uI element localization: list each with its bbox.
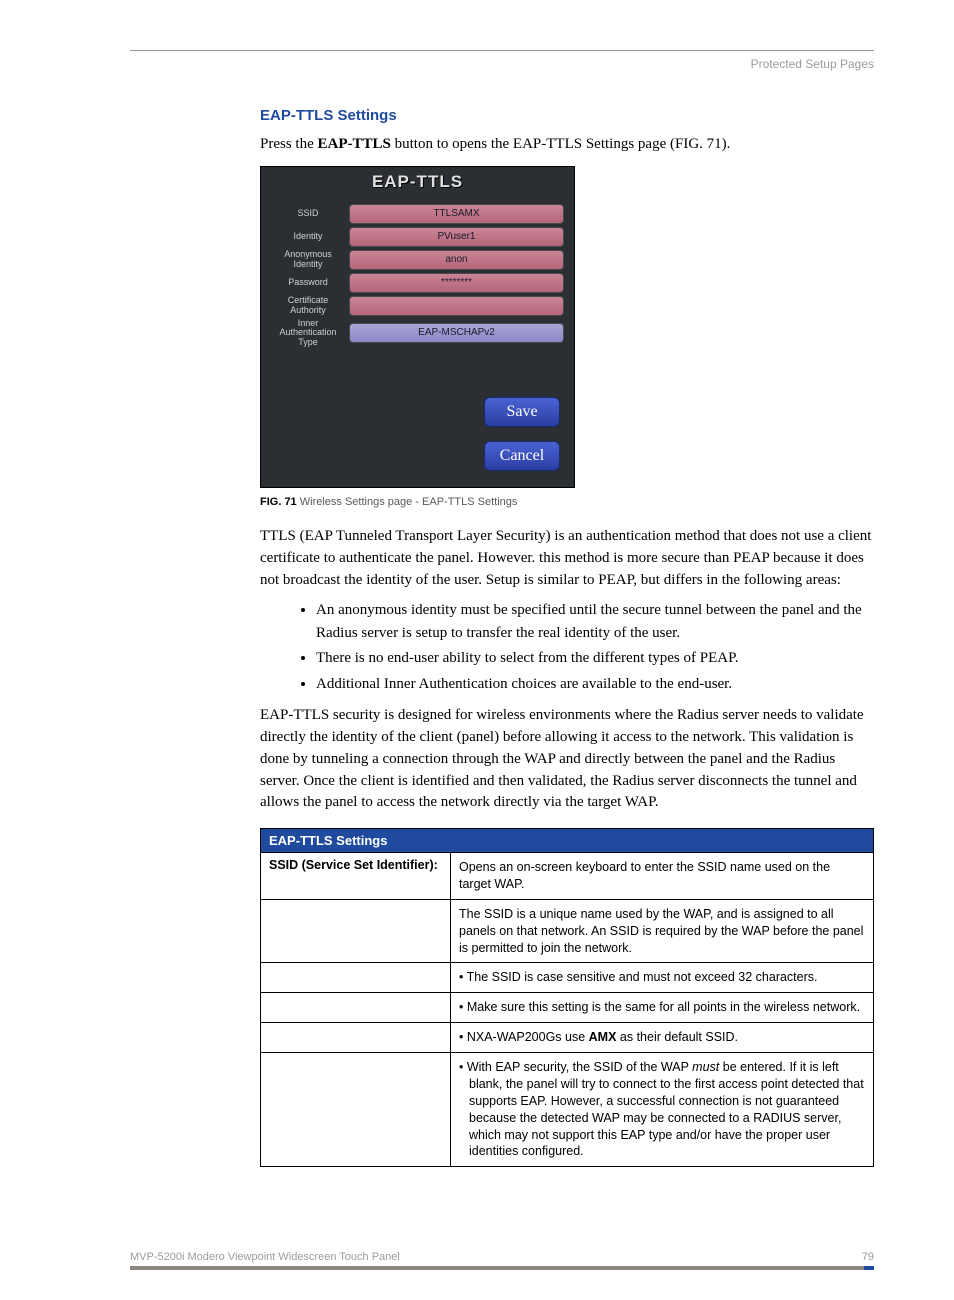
intro-prefix: Press the [260, 136, 318, 152]
field-password[interactable]: ******** [349, 273, 564, 293]
cancel-button[interactable]: Cancel [484, 441, 560, 471]
label-anon: Anonymous Identity [271, 250, 349, 269]
paragraph-security: EAP-TTLS security is designed for wirele… [260, 705, 874, 814]
bullet-3: Additional Inner Authentication choices … [316, 673, 874, 696]
cell-3: • The SSID is case sensitive and must no… [451, 963, 874, 993]
section-heading: EAP-TTLS Settings [260, 107, 874, 124]
footer-page: 79 [862, 1251, 874, 1263]
row-identity: Identity PVuser1 [271, 227, 564, 247]
empty-4 [261, 1023, 451, 1053]
cell-1-text: Opens an on-screen keyboard to enter the… [459, 858, 865, 894]
row-password: Password ******** [271, 273, 564, 293]
empty-5 [261, 1053, 451, 1167]
footer-product: MVP-5200i Modero Viewpoint Widescreen To… [130, 1251, 400, 1263]
save-button[interactable]: Save [484, 397, 560, 427]
cell-4: • Make sure this setting is the same for… [451, 993, 874, 1023]
paragraph-ttls-desc: TTLS (EAP Tunneled Transport Layer Secur… [260, 526, 874, 591]
field-anon[interactable]: anon [349, 250, 564, 270]
label-ca: Certificate Authority [271, 296, 349, 315]
cell-1: Opens an on-screen keyboard to enter the… [451, 853, 874, 900]
main-content: EAP-TTLS Settings Press the EAP-TTLS but… [260, 107, 874, 1167]
fig-text: Wireless Settings page - EAP-TTLS Settin… [297, 496, 518, 508]
empty-2 [261, 963, 451, 993]
row-ssid: SSID TTLSAMX [271, 204, 564, 224]
field-ca[interactable] [349, 296, 564, 316]
label-innerauth: Inner Authentication Type [271, 319, 349, 347]
cell-6-text: • With EAP security, the SSID of the WAP… [459, 1058, 865, 1161]
bullet-list: An anonymous identity must be specified … [316, 599, 874, 695]
intro-paragraph: Press the EAP-TTLS button to opens the E… [260, 134, 874, 156]
intro-suffix: button to opens the EAP-TTLS Settings pa… [391, 136, 731, 152]
row-label-ssid: SSID (Service Set Identifier): [261, 853, 451, 900]
bullet-2: There is no end-user ability to select f… [316, 647, 874, 670]
panel-buttons: Save Cancel [271, 397, 564, 471]
row-anon: Anonymous Identity anon [271, 250, 564, 270]
cell-2: The SSID is a unique name used by the WA… [451, 899, 874, 963]
cell-2-text: The SSID is a unique name used by the WA… [459, 905, 865, 958]
intro-bold: EAP-TTLS [318, 136, 391, 152]
row-ca: Certificate Authority [271, 296, 564, 316]
panel-body: SSID TTLSAMX Identity PVuser1 Anonymous … [261, 197, 574, 487]
figure-71: EAP-TTLS SSID TTLSAMX Identity PVuser1 A… [260, 166, 874, 508]
figure-caption: FIG. 71 Wireless Settings page - EAP-TTL… [260, 496, 874, 508]
field-ssid[interactable]: TTLSAMX [349, 204, 564, 224]
table-header: EAP-TTLS Settings [261, 829, 874, 853]
eap-ttls-panel: EAP-TTLS SSID TTLSAMX Identity PVuser1 A… [260, 166, 575, 488]
fig-ref: FIG. 71 [260, 496, 297, 508]
running-header: Protected Setup Pages [130, 57, 874, 71]
row-innerauth: Inner Authentication Type EAP-MSCHAPv2 [271, 319, 564, 347]
panel-title: EAP-TTLS [261, 167, 574, 197]
empty-1 [261, 899, 451, 963]
cell-6: • With EAP security, the SSID of the WAP… [451, 1053, 874, 1167]
field-identity[interactable]: PVuser1 [349, 227, 564, 247]
settings-table: EAP-TTLS Settings SSID (Service Set Iden… [260, 828, 874, 1167]
cell-4-text: • Make sure this setting is the same for… [459, 998, 865, 1017]
cell-3-text: • The SSID is case sensitive and must no… [459, 968, 865, 987]
cell-5: • NXA-WAP200Gs use AMX as their default … [451, 1023, 874, 1053]
bullet-1: An anonymous identity must be specified … [316, 599, 874, 644]
label-password: Password [271, 278, 349, 287]
page-footer: MVP-5200i Modero Viewpoint Widescreen To… [130, 1251, 874, 1270]
label-ssid: SSID [271, 209, 349, 218]
cell-5-text: • NXA-WAP200Gs use AMX as their default … [459, 1028, 865, 1047]
field-innerauth[interactable]: EAP-MSCHAPv2 [349, 323, 564, 343]
top-rule [130, 50, 874, 51]
label-identity: Identity [271, 232, 349, 241]
empty-3 [261, 993, 451, 1023]
